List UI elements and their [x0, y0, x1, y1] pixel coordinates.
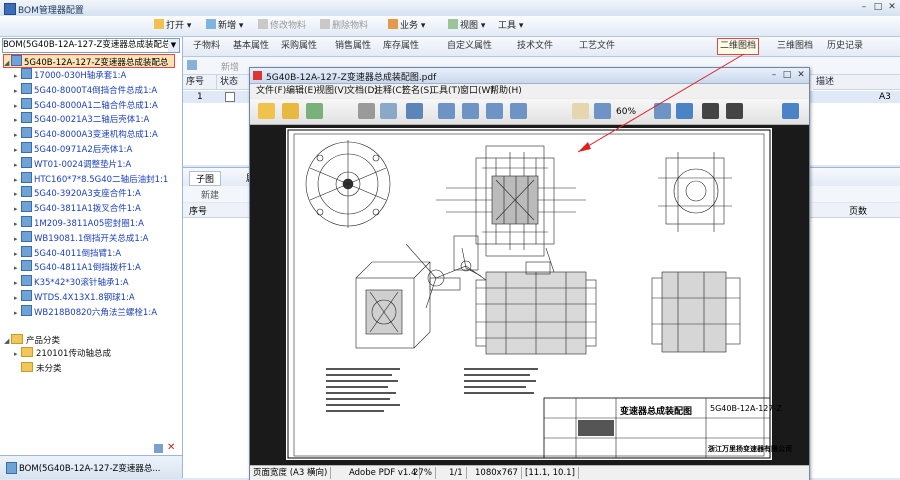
callout-arrow [577, 53, 745, 153]
